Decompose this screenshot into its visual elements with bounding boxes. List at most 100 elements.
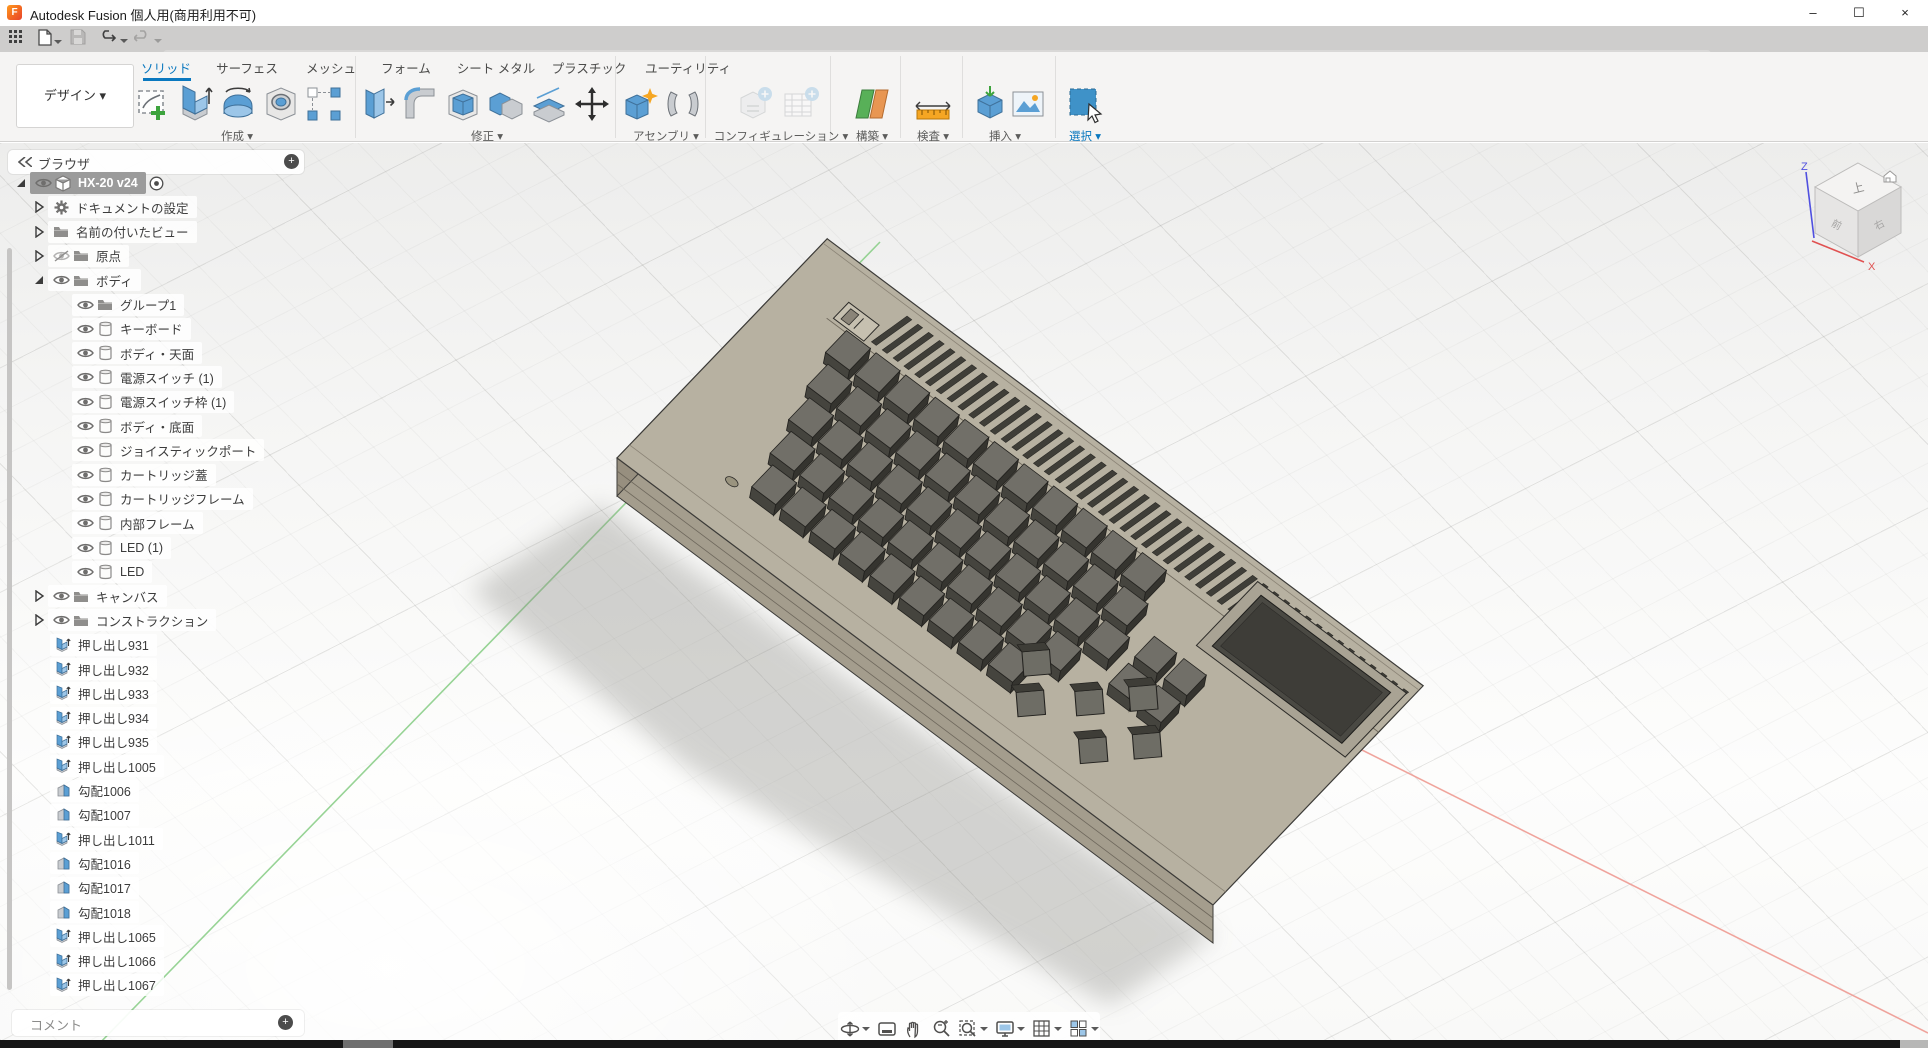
tree-row[interactable]: 押し出し1011: [50, 827, 163, 851]
visibility-eye-icon[interactable]: [52, 611, 70, 629]
visibility-eye-icon[interactable]: [76, 514, 94, 532]
press-pull-icon[interactable]: [358, 84, 398, 124]
tree-row[interactable]: 電源スイッチ (1): [72, 365, 222, 389]
tree-row[interactable]: グループ1: [72, 293, 184, 317]
combine-icon[interactable]: [486, 84, 526, 124]
expander-icon[interactable]: [30, 271, 48, 289]
group-insert[interactable]: 挿入 ▾: [989, 128, 1021, 144]
visibility-eye-icon[interactable]: [76, 368, 94, 386]
visibility-eye-icon[interactable]: [76, 344, 94, 362]
viewcube-home-icon[interactable]: [1884, 171, 1896, 182]
tree-row[interactable]: 原点: [28, 244, 129, 268]
revolve-icon[interactable]: [218, 84, 258, 124]
tree-row[interactable]: 押し出し934: [50, 706, 157, 730]
tab-solid[interactable]: ソリッド: [141, 58, 191, 77]
file-menu-icon[interactable]: [38, 29, 62, 49]
grid-and-snaps-icon[interactable]: [1030, 1019, 1064, 1039]
redo-icon[interactable]: [134, 29, 162, 49]
shell-icon[interactable]: [443, 84, 483, 124]
expander-icon[interactable]: [30, 611, 48, 629]
visibility-eye-icon[interactable]: [52, 247, 70, 265]
save-icon[interactable]: [70, 29, 86, 49]
view-cube[interactable]: 上 前 右 Z X: [1780, 153, 1928, 288]
visibility-eye-icon[interactable]: [52, 271, 70, 289]
visibility-eye-icon[interactable]: [52, 587, 70, 605]
joint-icon[interactable]: [663, 84, 703, 124]
fillet-icon[interactable]: [400, 84, 440, 124]
tree-row[interactable]: カートリッジフレーム: [72, 487, 253, 511]
tree-row[interactable]: 押し出し1067: [50, 973, 164, 997]
group-construct[interactable]: 構築 ▾: [856, 128, 888, 144]
config-table-icon[interactable]: [780, 84, 820, 124]
decal-icon[interactable]: [1008, 84, 1048, 124]
viewports-icon[interactable]: [1067, 1019, 1101, 1039]
group-select[interactable]: 選択 ▾: [1069, 128, 1101, 144]
tree-row[interactable]: LED: [72, 560, 152, 584]
tree-row[interactable]: コンストラクション: [28, 608, 216, 632]
app-grid-icon[interactable]: [8, 29, 24, 49]
tree-row[interactable]: HX-20 v24: [10, 171, 166, 195]
tree-row[interactable]: 押し出し932: [50, 657, 157, 681]
expander-icon[interactable]: [12, 174, 30, 192]
visibility-eye-icon[interactable]: [76, 466, 94, 484]
offset-face-icon[interactable]: [529, 84, 569, 124]
visibility-eye-icon[interactable]: [76, 393, 94, 411]
expander-icon[interactable]: [30, 587, 48, 605]
construction-plane-icon[interactable]: [852, 84, 892, 124]
tree-row[interactable]: キャンバス: [28, 584, 167, 608]
display-settings-icon[interactable]: [993, 1020, 1027, 1039]
pan-icon[interactable]: [902, 1019, 926, 1039]
tree-row[interactable]: 勾配1017: [50, 876, 139, 900]
insert-icon[interactable]: [970, 84, 1010, 124]
tree-row[interactable]: 勾配1018: [50, 900, 139, 924]
tree-row[interactable]: ドキュメントの設定: [28, 195, 197, 219]
expander-icon[interactable]: [30, 247, 48, 265]
tree-row[interactable]: 名前の付いたビュー: [28, 220, 197, 244]
add-comment-icon[interactable]: +: [278, 1015, 293, 1030]
browser-scrollbar[interactable]: [7, 248, 12, 990]
look-at-icon[interactable]: [875, 1020, 899, 1038]
group-modify[interactable]: 修正 ▾: [471, 128, 503, 144]
tree-row[interactable]: 押し出し1065: [50, 924, 164, 948]
pattern-icon[interactable]: [304, 84, 344, 124]
group-configuration[interactable]: コンフィギュレーション ▾: [714, 128, 848, 144]
tab-form[interactable]: フォーム: [381, 58, 431, 77]
tree-row[interactable]: 押し出し1005: [50, 754, 164, 778]
fit-icon[interactable]: [956, 1019, 990, 1039]
browser-display-settings-icon[interactable]: +: [284, 154, 299, 169]
tree-row[interactable]: 押し出し1066: [50, 949, 164, 973]
extrude-icon[interactable]: [175, 84, 215, 124]
visibility-eye-icon[interactable]: [76, 539, 94, 557]
tree-row[interactable]: 内部フレーム: [72, 511, 203, 535]
measure-icon[interactable]: [913, 84, 953, 124]
expander-icon[interactable]: [30, 198, 48, 216]
workspace-selector[interactable]: デザイン ▾: [16, 64, 134, 128]
ground-radio-icon[interactable]: [148, 174, 166, 192]
tree-row[interactable]: ボディ・底面: [72, 414, 202, 438]
expander-icon[interactable]: [30, 223, 48, 241]
tree-row[interactable]: ジョイスティックポート: [72, 438, 264, 462]
tree-row[interactable]: ボディ・天面: [72, 341, 202, 365]
visibility-eye-icon[interactable]: [76, 563, 94, 581]
tab-surface[interactable]: サーフェス: [216, 58, 278, 77]
select-icon[interactable]: [1065, 84, 1105, 124]
orbit-icon[interactable]: [838, 1019, 872, 1039]
visibility-eye-icon[interactable]: [76, 417, 94, 435]
undo-icon[interactable]: [100, 29, 128, 49]
tree-row[interactable]: LED (1): [72, 536, 171, 560]
tab-sheetmetal[interactable]: シート メタル: [457, 58, 535, 77]
tree-row[interactable]: 電源スイッチ枠 (1): [72, 390, 234, 414]
tree-row[interactable]: 勾配1006: [50, 779, 139, 803]
tree-row[interactable]: 押し出し935: [50, 730, 157, 754]
minimize-button[interactable]: –: [1790, 0, 1836, 26]
tree-row[interactable]: キーボード: [72, 317, 191, 341]
visibility-eye-icon[interactable]: [34, 174, 52, 192]
visibility-eye-icon[interactable]: [76, 441, 94, 459]
new-component-icon[interactable]: [620, 84, 660, 124]
visibility-eye-icon[interactable]: [76, 296, 94, 314]
move-icon[interactable]: [572, 84, 612, 124]
visibility-eye-icon[interactable]: [76, 320, 94, 338]
visibility-eye-icon[interactable]: [76, 490, 94, 508]
zoom-icon[interactable]: [929, 1019, 953, 1039]
group-inspect[interactable]: 検査 ▾: [917, 128, 949, 144]
